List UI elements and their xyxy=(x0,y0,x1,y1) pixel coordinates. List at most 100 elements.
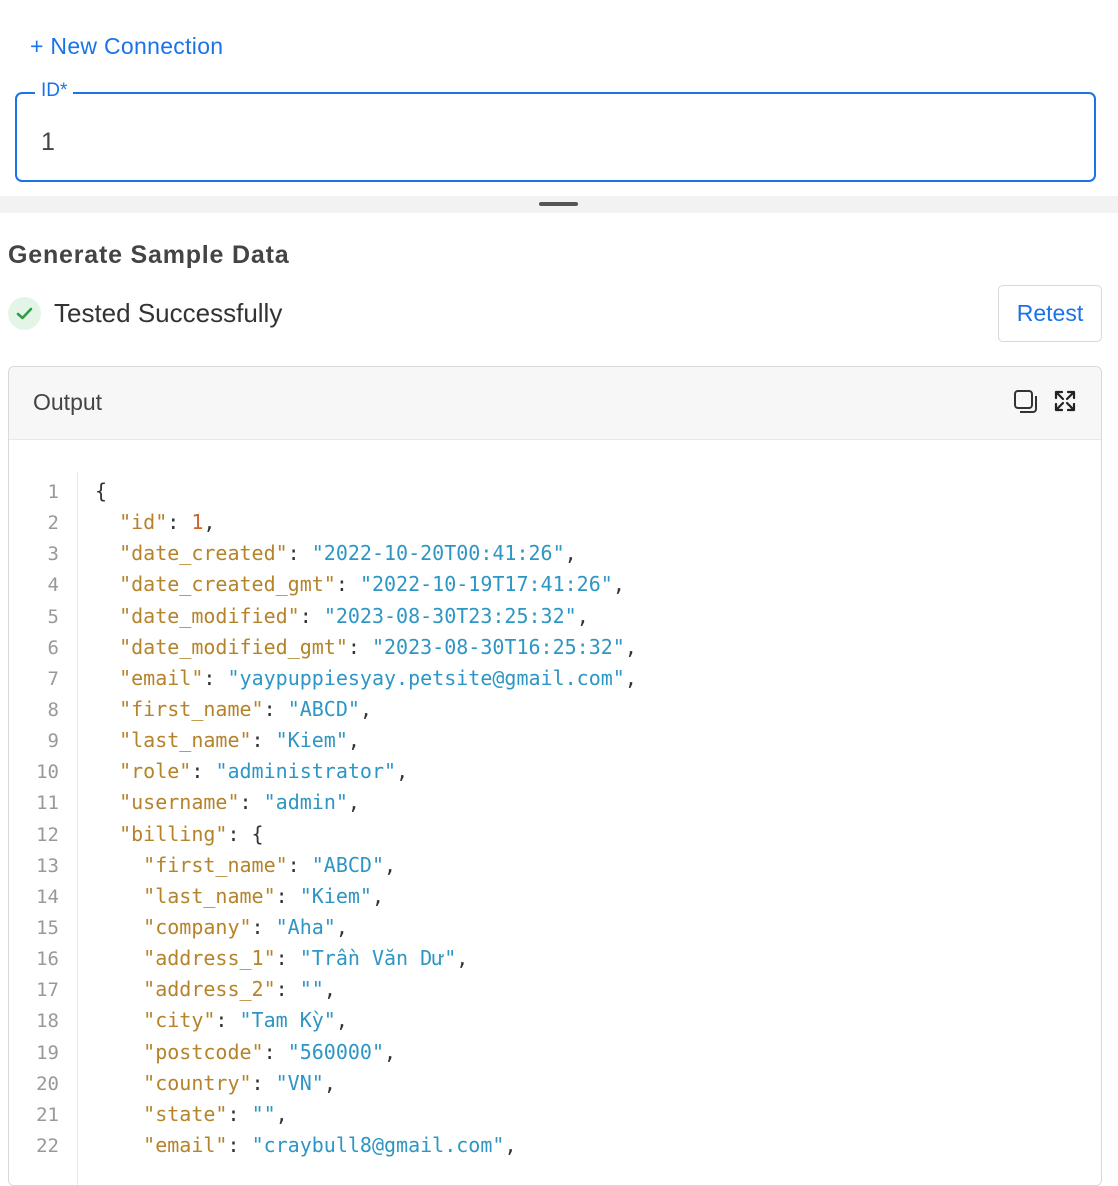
json-punctuation: : xyxy=(287,541,312,566)
json-string: "ABCD" xyxy=(311,852,385,877)
json-punctuation: : xyxy=(251,728,276,753)
json-string: "560000" xyxy=(287,1039,385,1064)
json-string: "2023-08-30T16:25:32" xyxy=(371,634,625,659)
check-circle-icon xyxy=(8,297,41,330)
json-string: "Kiem" xyxy=(299,883,372,908)
json-key: "first_name" xyxy=(119,696,264,721)
json-punctuation: , xyxy=(359,696,372,721)
line-number: 15 xyxy=(36,916,59,939)
json-string: "administrator" xyxy=(215,759,397,784)
code-line: 9 "last_name": "Kiem", xyxy=(9,725,637,756)
expand-icon[interactable] xyxy=(1053,389,1077,418)
code-line: 2 "id": 1, xyxy=(9,507,637,538)
output-title: Output xyxy=(33,389,103,415)
json-punctuation: , xyxy=(624,665,637,690)
json-punctuation: , xyxy=(347,728,360,753)
json-string: "Aha" xyxy=(275,914,336,939)
line-number: 12 xyxy=(36,823,59,846)
json-string: "2022-10-20T00:41:26" xyxy=(311,541,565,566)
line-number: 21 xyxy=(36,1103,59,1126)
code-line: 10 "role": "administrator", xyxy=(9,756,637,787)
json-key: "date_modified_gmt" xyxy=(119,634,348,659)
json-punctuation: , xyxy=(612,572,625,597)
json-punctuation: : xyxy=(227,1132,252,1157)
json-string: "" xyxy=(299,977,324,1002)
new-connection-link[interactable]: + New Connection xyxy=(30,33,223,60)
line-number: 7 xyxy=(47,667,59,690)
code-line: 6 "date_modified_gmt": "2023-08-30T16:25… xyxy=(9,632,637,663)
json-string: "VN" xyxy=(275,1070,324,1095)
json-punctuation: , xyxy=(456,946,469,971)
json-punctuation: , xyxy=(384,852,397,877)
id-field-label: ID* xyxy=(35,80,74,102)
line-number: 3 xyxy=(47,543,59,566)
json-string: "admin" xyxy=(263,790,348,815)
json-punctuation: : xyxy=(275,977,300,1002)
json-punctuation: : xyxy=(263,1039,288,1064)
json-punctuation: , xyxy=(624,634,637,659)
json-punctuation: , xyxy=(384,1039,397,1064)
json-string: "ABCD" xyxy=(287,696,360,721)
json-key: "last_name" xyxy=(143,883,276,908)
json-punctuation: : xyxy=(203,665,228,690)
json-punctuation: , xyxy=(323,1070,336,1095)
panel-splitter[interactable] xyxy=(0,196,1118,213)
line-number: 11 xyxy=(36,792,59,815)
id-field[interactable]: ID* 1 xyxy=(15,80,1096,182)
id-field-value[interactable]: 1 xyxy=(41,128,55,157)
json-punctuation: , xyxy=(203,510,216,535)
code-line: 22 "email": "craybull8@gmail.com", xyxy=(9,1130,637,1161)
line-number: 16 xyxy=(36,948,59,971)
json-punctuation: : xyxy=(251,1070,276,1095)
json-punctuation: : xyxy=(191,759,216,784)
copy-icon[interactable] xyxy=(1013,389,1039,420)
code-line: 12 "billing": { xyxy=(9,819,637,850)
code-viewer[interactable]: 1{2 "id": 1, 3 "date_created": "2022-10-2… xyxy=(9,440,1101,1185)
json-key: "postcode" xyxy=(143,1039,264,1064)
json-punctuation: : xyxy=(347,634,372,659)
line-number: 14 xyxy=(36,885,59,908)
json-key: "state" xyxy=(143,1101,228,1126)
json-string: "yaypuppiesyay.petsite@gmail.com" xyxy=(227,665,625,690)
code-line: 21 "state": "", xyxy=(9,1099,637,1130)
code-line: 17 "address_2": "", xyxy=(9,974,637,1005)
json-key: "address_2" xyxy=(143,977,276,1002)
line-number: 8 xyxy=(47,698,59,721)
json-punctuation: { xyxy=(95,479,108,503)
json-punctuation: : { xyxy=(227,821,264,846)
code-line: 20 "country": "VN", xyxy=(9,1068,637,1099)
json-key: "last_name" xyxy=(119,728,252,753)
json-string: "Kiem" xyxy=(275,728,348,753)
line-number: 4 xyxy=(47,574,59,597)
json-punctuation: : xyxy=(275,883,300,908)
json-punctuation: : xyxy=(239,790,264,815)
line-number: 19 xyxy=(36,1041,59,1064)
json-punctuation: : xyxy=(335,572,360,597)
json-key: "email" xyxy=(119,665,204,690)
json-key: "country" xyxy=(143,1070,252,1095)
json-punctuation: , xyxy=(323,977,336,1002)
json-string: "2022-10-19T17:41:26" xyxy=(359,572,613,597)
json-key: "address_1" xyxy=(143,946,276,971)
json-key: "email" xyxy=(143,1132,228,1157)
json-punctuation: , xyxy=(335,914,348,939)
output-panel: Output 1{2 "id": 1, 3 "date_created": "20… xyxy=(8,366,1102,1186)
code-line: 3 "date_created": "2022-10-20T00:41:26", xyxy=(9,538,637,569)
json-key: "id" xyxy=(119,510,168,535)
code-line: 18 "city": "Tam Kỳ", xyxy=(9,1005,637,1036)
json-punctuation: , xyxy=(335,1008,348,1033)
code-line: 13 "first_name": "ABCD", xyxy=(9,850,637,881)
line-number: 17 xyxy=(36,979,59,1002)
drag-handle-icon[interactable] xyxy=(539,202,578,206)
json-key: "username" xyxy=(119,790,240,815)
line-number: 22 xyxy=(36,1134,59,1157)
json-key: "date_created_gmt" xyxy=(119,572,336,597)
code-line: 1{ xyxy=(9,476,637,507)
code-line: 7 "email": "yaypuppiesyay.petsite@gmail.… xyxy=(9,663,637,694)
json-key: "date_created" xyxy=(119,541,288,566)
json-key: "company" xyxy=(143,914,252,939)
json-key: "role" xyxy=(119,759,192,784)
json-key: "city" xyxy=(143,1008,216,1033)
retest-button[interactable]: Retest xyxy=(998,285,1102,342)
json-punctuation: , xyxy=(564,541,577,566)
